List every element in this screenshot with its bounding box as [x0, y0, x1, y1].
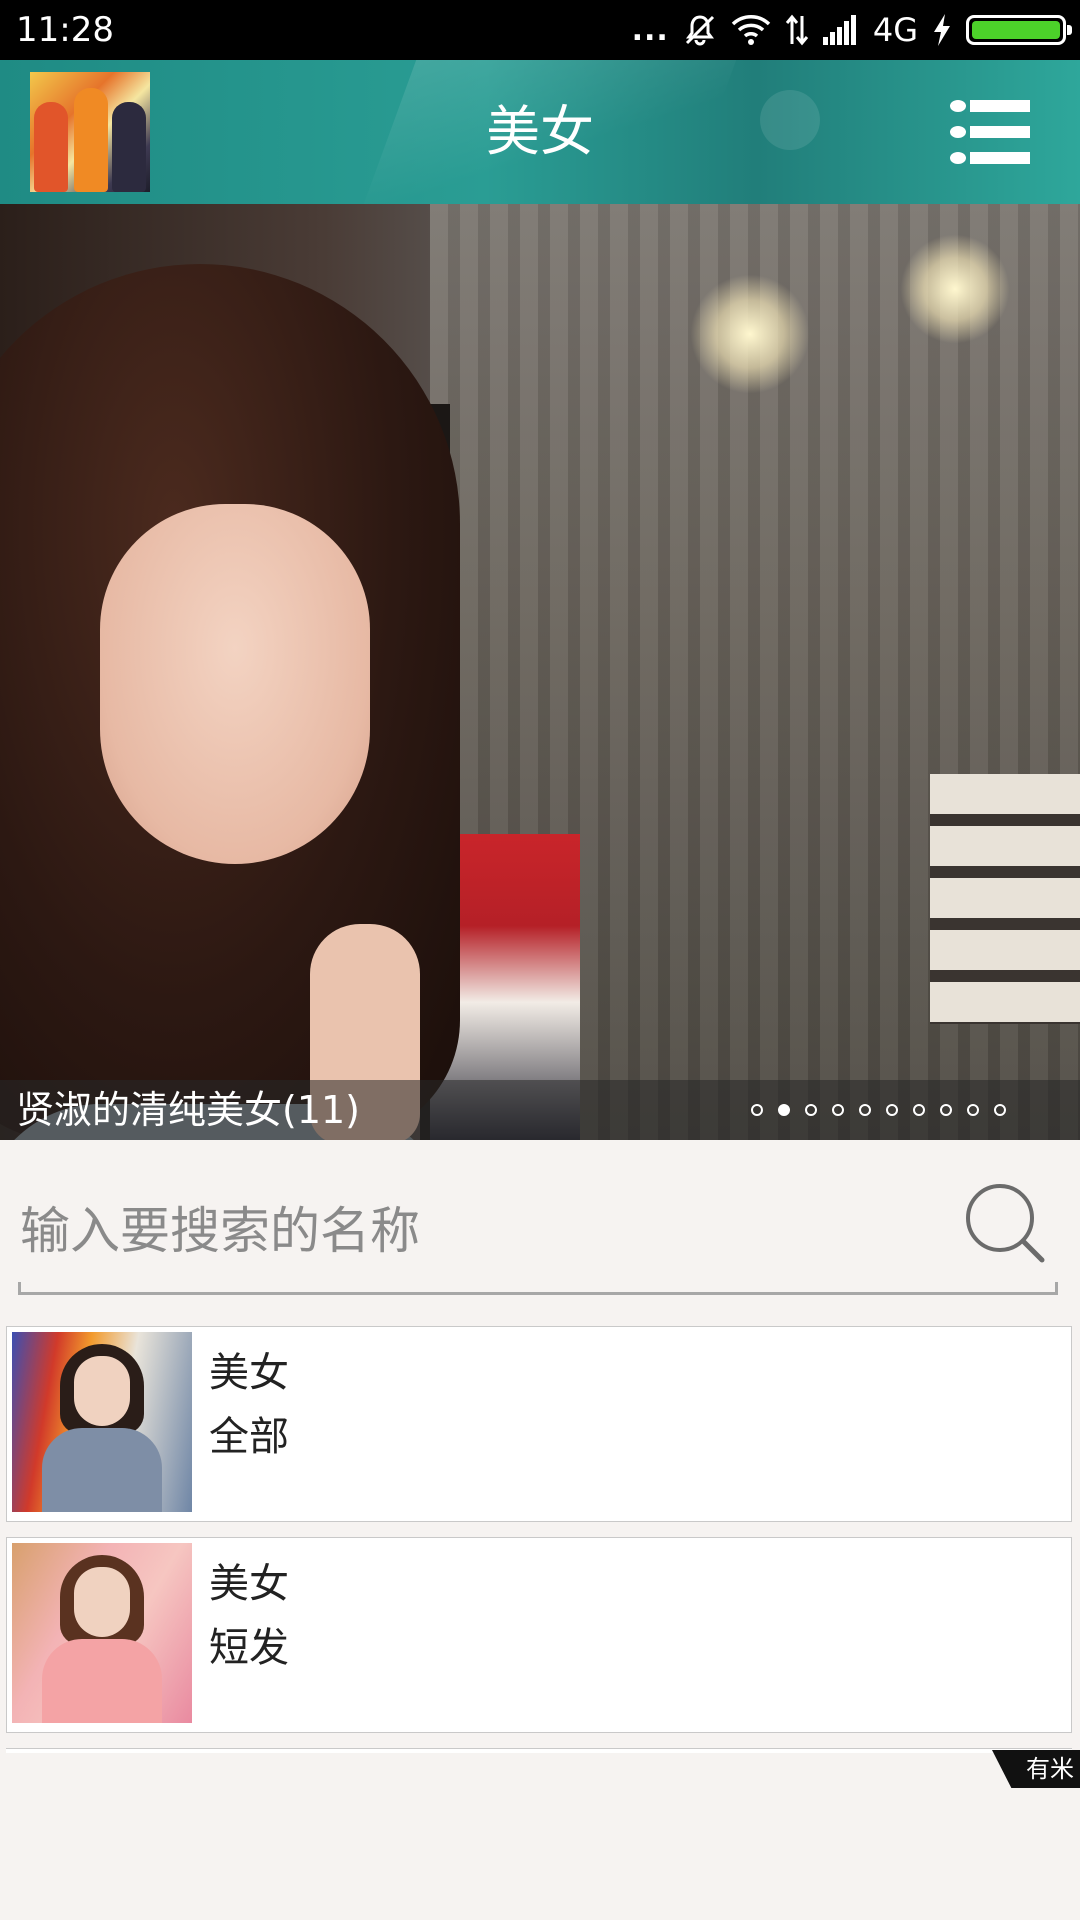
list-item-title: 美女 [209, 1350, 289, 1396]
carousel-dot [994, 1104, 1006, 1116]
wifi-icon [731, 14, 771, 46]
carousel-indicator [751, 1104, 1006, 1116]
carousel-dot [805, 1104, 817, 1116]
menu-bar [970, 152, 1030, 164]
signal-icon [822, 15, 859, 45]
banner-photo-light [900, 234, 1010, 344]
menu-bar [970, 126, 1030, 138]
list-item[interactable]: 美女 全部 [6, 1326, 1072, 1522]
search-bar [18, 1170, 1058, 1295]
status-bar: 11:28 ... 4G [0, 0, 1080, 60]
status-time: 11:28 [16, 10, 114, 50]
thumbnail-face [74, 1567, 130, 1637]
network-type: 4G [872, 11, 918, 49]
menu-dot [950, 152, 966, 164]
status-icons: ... 4G [631, 8, 1072, 52]
banner-carousel[interactable]: 贤淑的清纯美女(11) [0, 204, 1080, 1140]
ad-badge[interactable]: 有米 [992, 1750, 1080, 1788]
carousel-dot [940, 1104, 952, 1116]
carousel-dot-active [778, 1104, 790, 1116]
carousel-dot [886, 1104, 898, 1116]
list-menu-icon[interactable] [950, 100, 1030, 164]
carousel-dot [967, 1104, 979, 1116]
menu-bar [970, 100, 1030, 112]
data-arrows-icon [785, 14, 809, 46]
thumbnail-body [42, 1428, 162, 1512]
banner-photo-light [690, 274, 810, 394]
carousel-dot [751, 1104, 763, 1116]
list-item-title: 美女 [209, 1561, 289, 1607]
mute-icon [683, 13, 717, 47]
menu-dot [950, 100, 966, 112]
list-item[interactable]: 美女 短发 [6, 1537, 1072, 1733]
banner-photo-books [930, 774, 1080, 1024]
carousel-dot [859, 1104, 871, 1116]
thumbnail-body [42, 1639, 162, 1723]
thumbnail-face [74, 1356, 130, 1426]
banner-caption: 贤淑的清纯美女(11) [16, 1088, 361, 1132]
banner-photo-face [100, 504, 370, 864]
list-item-thumbnail [12, 1332, 192, 1512]
search-input[interactable] [18, 1190, 922, 1272]
list-item-subtitle: 短发 [209, 1625, 289, 1671]
menu-dot [950, 126, 966, 138]
app-header: 美女 [0, 60, 1080, 204]
list-item-thumbnail [12, 1543, 192, 1723]
carousel-dot [832, 1104, 844, 1116]
more-dots-icon: ... [631, 12, 669, 48]
banner-caption-bar: 贤淑的清纯美女(11) [0, 1080, 1080, 1140]
list-item-subtitle: 全部 [209, 1414, 289, 1460]
list-item-partial[interactable] [6, 1748, 1072, 1753]
carousel-dot [913, 1104, 925, 1116]
page-title: 美女 [486, 100, 594, 163]
battery-icon [966, 15, 1072, 45]
charging-icon [932, 14, 952, 46]
battery-tip [1067, 25, 1072, 35]
search-icon[interactable] [962, 1180, 1052, 1270]
battery-level [972, 21, 1060, 39]
